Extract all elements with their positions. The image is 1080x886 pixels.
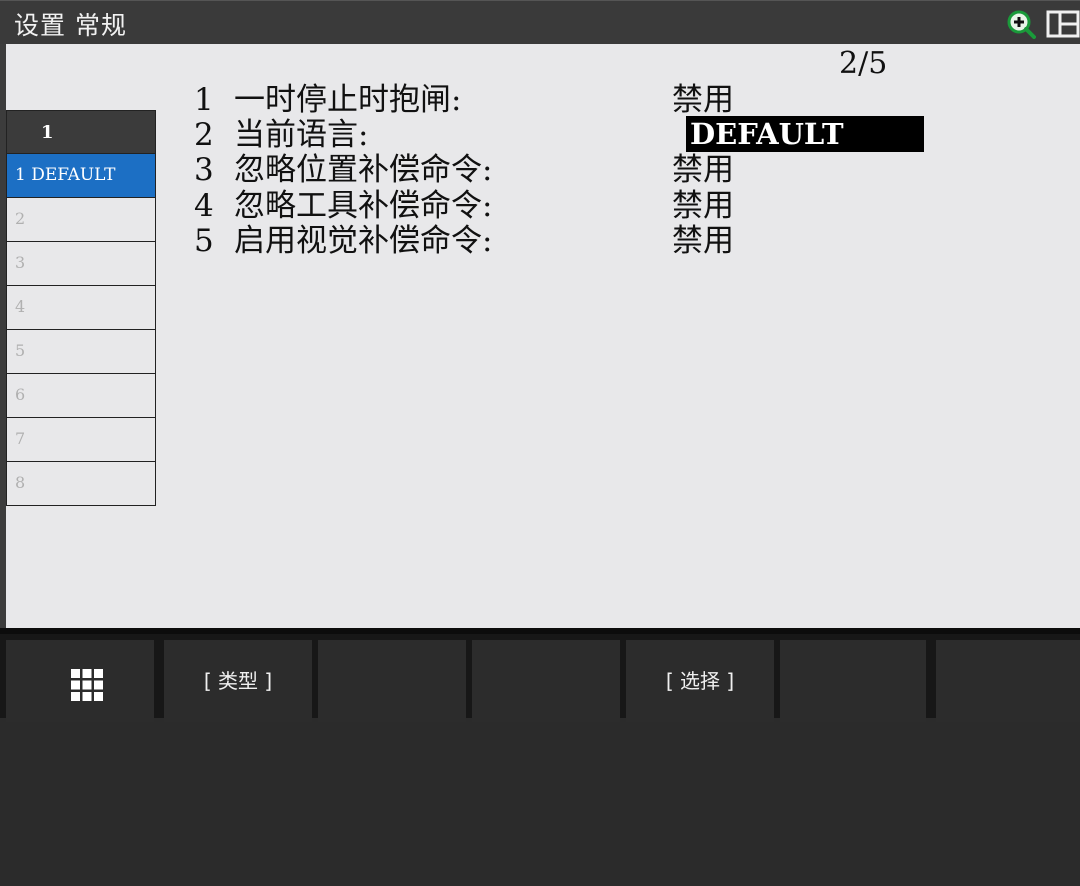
- option-item-5[interactable]: 5: [6, 330, 156, 374]
- setting-label: 启用视觉补偿命令:: [234, 223, 493, 259]
- window-title: 设置 常规: [14, 11, 127, 40]
- settings-panel: 1 1 DEFAULT 2 3 4 5 6 7 8 2/5 1 一时停止时抱闸: …: [0, 44, 1080, 628]
- setting-value-3[interactable]: 禁用: [672, 152, 734, 188]
- f1-type-button[interactable]: [ 类型 ]: [164, 640, 312, 722]
- option-item-4[interactable]: 4: [6, 286, 156, 330]
- page-indicator: 2/5: [839, 46, 888, 81]
- setting-value-1[interactable]: 禁用: [672, 82, 734, 118]
- f2-button[interactable]: [318, 640, 466, 722]
- setting-row-3[interactable]: 3 忽略位置补偿命令:: [194, 152, 492, 188]
- setting-number: 3: [194, 152, 214, 188]
- f3-button[interactable]: [472, 640, 620, 722]
- f5-button[interactable]: [780, 640, 926, 722]
- setting-number: 2: [194, 117, 214, 153]
- option-item-7[interactable]: 7: [6, 418, 156, 462]
- zoom-in-icon[interactable]: [1006, 9, 1036, 39]
- split-layout-icon[interactable]: [1046, 9, 1080, 39]
- function-key-bar: [ 类型 ] [ 选择 ]: [0, 628, 1080, 722]
- f4-choice-button[interactable]: [ 选择 ]: [626, 640, 774, 722]
- option-item-6[interactable]: 6: [6, 374, 156, 418]
- setting-value-5[interactable]: 禁用: [672, 223, 734, 259]
- setting-label: 忽略位置补偿命令:: [234, 152, 493, 188]
- option-list: 1 1 DEFAULT 2 3 4 5 6 7 8: [6, 110, 156, 506]
- setting-value-2-selected[interactable]: DEFAULT: [686, 116, 924, 152]
- menu-key[interactable]: [6, 640, 154, 722]
- setting-value-4[interactable]: 禁用: [672, 188, 734, 224]
- setting-row-5[interactable]: 5 启用视觉补偿命令:: [194, 223, 492, 259]
- option-list-header: 1: [6, 110, 156, 154]
- option-item-1[interactable]: 1 DEFAULT: [6, 154, 156, 198]
- setting-label: 忽略工具补偿命令:: [234, 188, 493, 224]
- option-item-8[interactable]: 8: [6, 462, 156, 506]
- setting-label: 当前语言:: [234, 117, 369, 153]
- next-button[interactable]: [936, 640, 1080, 722]
- option-item-2[interactable]: 2: [6, 198, 156, 242]
- setting-number: 5: [194, 223, 214, 259]
- setting-row-1[interactable]: 1 一时停止时抱闸:: [194, 82, 461, 118]
- title-bar: 设置 常规: [0, 0, 1080, 45]
- setting-number: 4: [194, 188, 214, 224]
- setting-number: 1: [194, 82, 214, 118]
- grid-menu-icon: [71, 669, 103, 701]
- setting-label: 一时停止时抱闸:: [234, 82, 462, 118]
- option-item-3[interactable]: 3: [6, 242, 156, 286]
- setting-row-2[interactable]: 2 当前语言:: [194, 117, 368, 153]
- setting-row-4[interactable]: 4 忽略工具补偿命令:: [194, 188, 492, 224]
